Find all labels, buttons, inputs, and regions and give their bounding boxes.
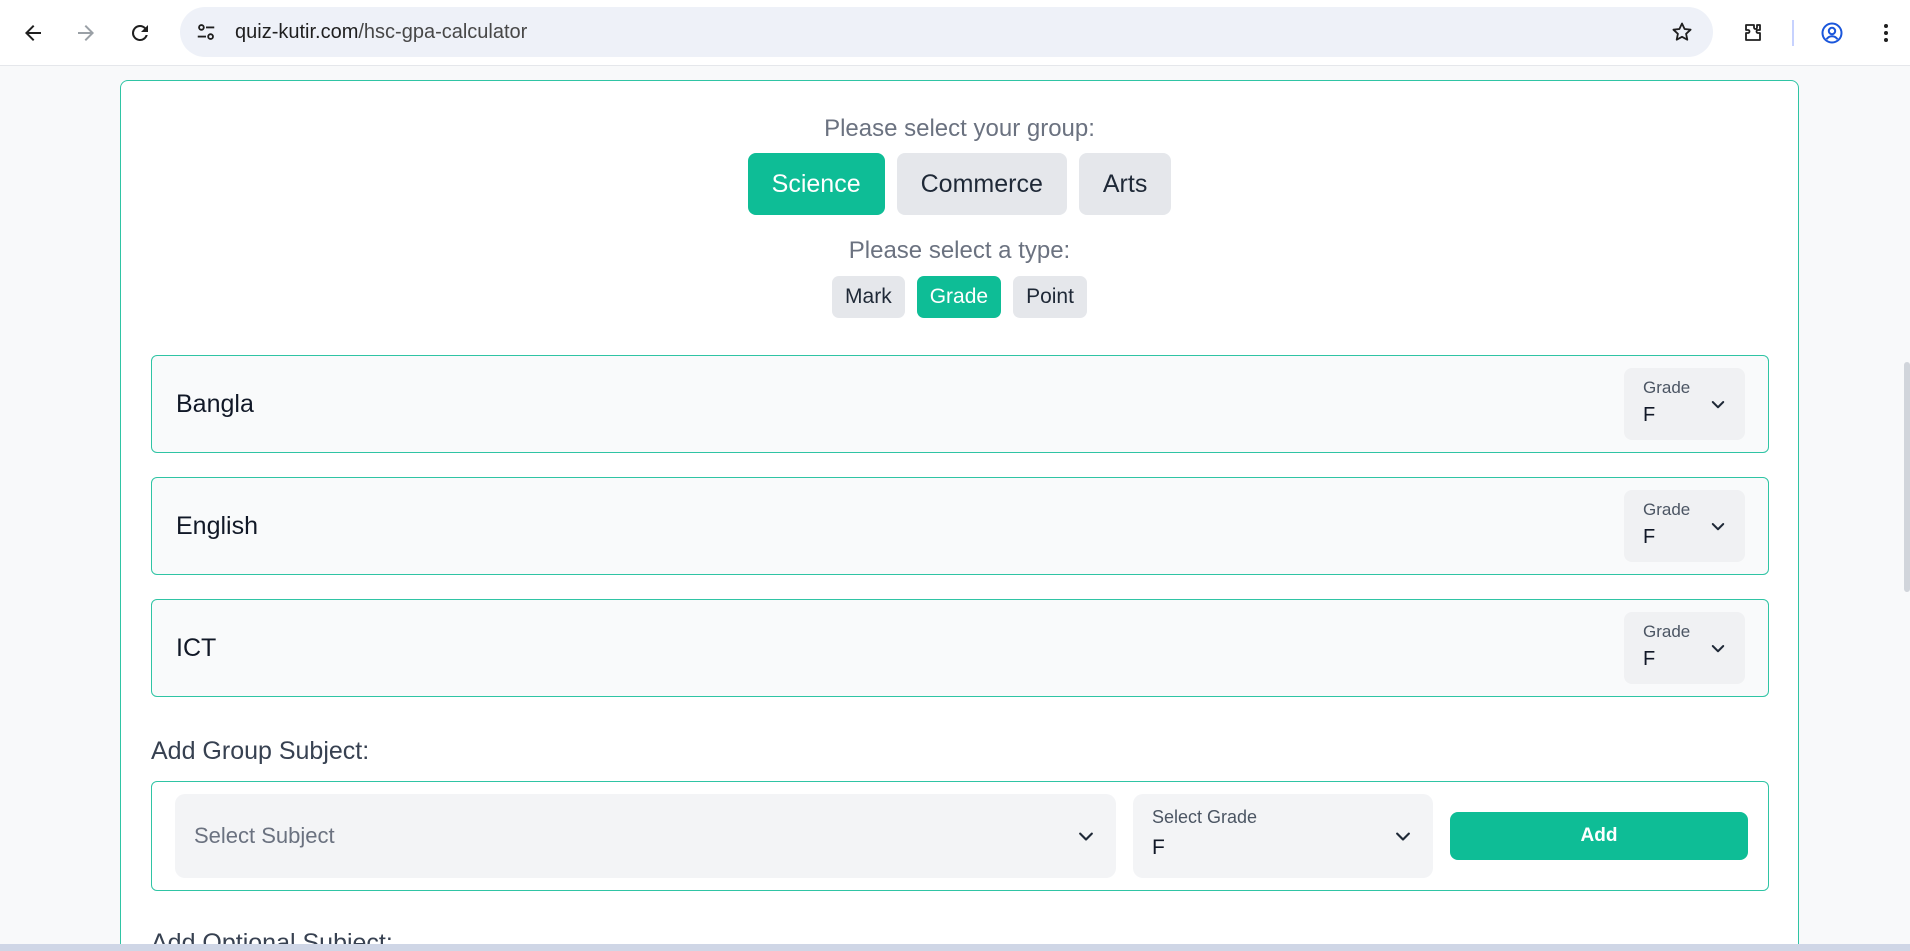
page-viewport: Please select your group: Science Commer… [0,66,1910,946]
select-grade-label: Select Grade [1152,807,1258,827]
type-grade-button[interactable]: Grade [916,276,1002,318]
grade-select-value: F [1643,404,1656,426]
chevron-down-icon [1711,401,1725,409]
add-group-subject-row: Select Subject Select Grade F Add [151,781,1769,891]
select-subject-dropdown[interactable]: Select Subject [175,794,1116,878]
group-commerce-button[interactable]: Commerce [896,153,1067,215]
grade-select-value: F [1643,526,1656,548]
subject-name: Bangla [176,390,254,418]
toolbar-separator [1792,20,1794,46]
subject-row-english: English Grade F [151,477,1769,575]
select-subject-placeholder: Select Subject [194,823,335,848]
grade-select-value: F [1643,648,1656,670]
type-mark-button[interactable]: Mark [832,276,905,318]
url-text: quiz-kutir.com/hsc-gpa-calculator [235,7,527,57]
bookmark-star-icon[interactable] [1669,19,1695,45]
type-prompt: Please select a type: [848,237,1071,264]
profile-icon[interactable] [1813,14,1851,52]
calculator-card: Please select your group: Science Commer… [120,80,1799,946]
chevron-down-icon [1396,832,1410,841]
chevron-down-icon [1079,832,1093,841]
subject-row-ict: ICT Grade F [151,599,1769,697]
group-science-button[interactable]: Science [747,153,885,215]
address-bar[interactable]: quiz-kutir.com/hsc-gpa-calculator [180,7,1713,57]
type-selector: Mark Grade Point [121,276,1798,318]
add-subject-button[interactable]: Add [1450,812,1748,860]
site-info-icon[interactable] [194,20,218,44]
type-point-button[interactable]: Point [1013,276,1087,318]
subject-name: English [176,512,258,540]
kebab-menu-icon[interactable] [1867,14,1905,52]
window-bottom-edge [0,944,1910,951]
subject-name: ICT [176,634,217,662]
grade-select-label: Grade [1643,622,1691,641]
subject-row-bangla: Bangla Grade F [151,355,1769,453]
select-grade-dropdown[interactable]: Select Grade F [1133,794,1433,878]
reload-icon[interactable] [121,14,159,52]
extensions-icon[interactable] [1734,14,1772,52]
scrollbar-thumb[interactable] [1904,362,1910,592]
forward-arrow-icon[interactable] [67,14,105,52]
group-arts-button[interactable]: Arts [1078,153,1172,215]
grade-select-label: Grade [1643,378,1691,397]
url-path: /hsc-gpa-calculator [358,21,528,43]
chevron-down-icon [1711,645,1725,653]
select-grade-value: F [1152,836,1165,859]
browser-toolbar: quiz-kutir.com/hsc-gpa-calculator [0,0,1910,66]
group-selector: Science Commerce Arts [121,153,1798,215]
url-domain: quiz-kutir.com [235,21,359,43]
grade-select[interactable]: Grade F [1624,368,1745,440]
grade-select[interactable]: Grade F [1624,490,1745,562]
group-prompt: Please select your group: [824,115,1095,142]
grade-select[interactable]: Grade F [1624,612,1745,684]
back-arrow-icon[interactable] [14,14,52,52]
add-group-subject-heading: Add Group Subject: [151,737,370,765]
chevron-down-icon [1711,523,1725,531]
grade-select-label: Grade [1643,500,1691,519]
